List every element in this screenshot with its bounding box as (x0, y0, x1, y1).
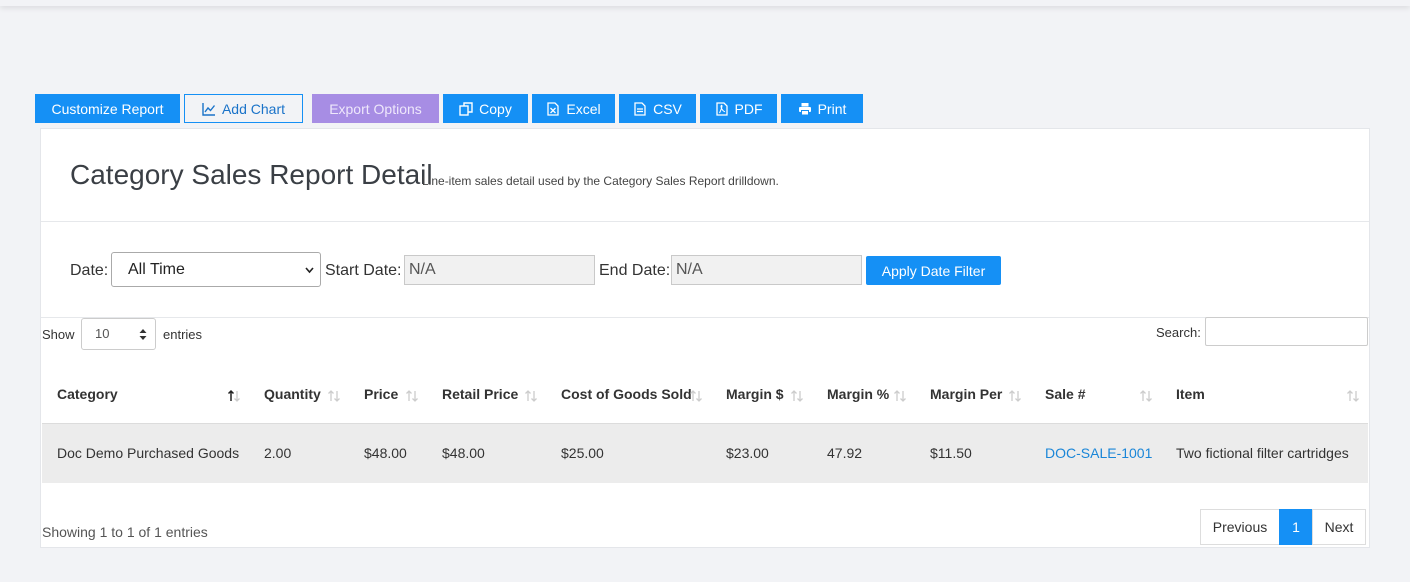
pdf-label: PDF (734, 100, 763, 117)
excel-label: Excel (566, 100, 601, 117)
print-label: Print (817, 100, 847, 117)
copy-label: Copy (479, 100, 512, 117)
entries-length-value: 10 (95, 326, 110, 341)
search-input[interactable] (1205, 317, 1368, 346)
line-chart-icon (202, 102, 216, 116)
cell-quantity: 2.00 (249, 422, 349, 483)
cell-category: Doc Demo Purchased Goods (42, 422, 249, 483)
previous-page-button[interactable]: Previous (1200, 509, 1280, 545)
column-header-margin-dollar[interactable]: Margin $ (711, 365, 812, 423)
cell-price: $48.00 (349, 422, 427, 483)
table-row: Doc Demo Purchased Goods 2.00 $48.00 $48… (42, 422, 1368, 483)
report-card: Category Sales Report Detail Line-item s… (40, 128, 1370, 548)
sort-icon (894, 390, 906, 402)
print-button[interactable]: Print (781, 94, 863, 123)
start-date-label: Start Date: (325, 262, 402, 279)
cell-margin-percent: 47.92 (812, 422, 915, 483)
pdf-button[interactable]: PDF (700, 94, 777, 123)
column-header-label: Quantity (264, 385, 321, 402)
next-page-button[interactable]: Next (1312, 509, 1366, 545)
page-title: Category Sales Report Detail (70, 159, 433, 190)
cell-sale-number: DOC-SALE-1001 (1030, 422, 1161, 483)
sale-number-link[interactable]: DOC-SALE-1001 (1045, 445, 1152, 461)
column-header-item[interactable]: Item (1161, 365, 1368, 423)
customize-report-label: Customize Report (51, 100, 164, 117)
column-header-margin-per[interactable]: Margin Per (915, 365, 1030, 423)
pdf-file-icon (715, 101, 728, 116)
sort-icon (328, 390, 340, 402)
entries-label: entries (163, 327, 203, 342)
report-header: Category Sales Report Detail Line-item s… (41, 129, 1369, 222)
column-header-label: Margin Per (930, 385, 1003, 402)
customize-report-button[interactable]: Customize Report (35, 94, 180, 123)
column-header-label: Margin % (827, 385, 890, 402)
column-header-cost-of-goods-sold[interactable]: Cost of Goods Sold (546, 365, 711, 423)
page-1-button[interactable]: 1 (1279, 509, 1313, 545)
start-date-input[interactable]: N/A (404, 255, 595, 285)
column-header-label: Retail Price (442, 385, 519, 402)
sort-icon (791, 390, 803, 402)
copy-icon (459, 101, 473, 116)
sort-icon (690, 390, 702, 402)
sort-asc-icon (227, 389, 240, 402)
column-header-label: Margin $ (726, 385, 784, 402)
date-range-select[interactable]: All Time (111, 252, 321, 287)
date-range-value: All Time (128, 261, 185, 278)
cell-cost-of-goods-sold: $25.00 (546, 422, 711, 483)
pagination: Previous 1 Next (1200, 509, 1366, 545)
start-date-value: N/A (409, 261, 436, 278)
page-subtitle: Line-item sales detail used by the Categ… (422, 174, 779, 188)
column-header-price[interactable]: Price (349, 365, 427, 423)
cell-margin-per: $11.50 (915, 422, 1030, 483)
column-header-margin-percent[interactable]: Margin % (812, 365, 915, 423)
table-info: Showing 1 to 1 of 1 entries (42, 524, 208, 540)
cell-retail-price: $48.00 (427, 422, 546, 483)
end-date-value: N/A (676, 261, 703, 278)
sort-icon (1140, 390, 1152, 402)
select-arrows-icon (139, 329, 147, 340)
excel-file-icon (547, 101, 560, 116)
cell-item: Two fictional filter cartridges (1161, 422, 1368, 483)
column-header-label: Sale # (1045, 385, 1086, 402)
add-chart-label: Add Chart (221, 100, 286, 117)
column-header-label: Item (1176, 385, 1205, 402)
column-header-quantity[interactable]: Quantity (249, 365, 349, 423)
column-header-sale-number[interactable]: Sale # (1030, 365, 1161, 423)
column-header-category[interactable]: Category (42, 365, 249, 423)
copy-button[interactable]: Copy (443, 94, 528, 123)
sort-icon (1347, 390, 1359, 402)
export-options-button[interactable]: Export Options (312, 94, 439, 123)
export-options-label: Export Options (329, 100, 422, 117)
column-header-label: Category (57, 385, 118, 402)
print-icon (798, 102, 811, 115)
table-header-row: Category Quantity Price Retail Price Cos… (42, 365, 1368, 423)
date-label: Date: (70, 262, 109, 279)
sort-icon (1009, 390, 1021, 402)
date-filter-bar: Date: All Time Start Date: N/A End Date:… (41, 222, 1369, 318)
chevron-down-icon (305, 267, 314, 274)
column-header-retail-price[interactable]: Retail Price (427, 365, 546, 423)
sort-icon (406, 390, 418, 402)
csv-button[interactable]: CSV (619, 94, 696, 123)
top-header-bar (0, 0, 1410, 6)
end-date-label: End Date: (599, 262, 671, 279)
sort-icon (525, 390, 537, 402)
sales-table: Category Quantity Price Retail Price Cos… (42, 365, 1368, 483)
entries-length-select[interactable]: 10 (81, 318, 156, 350)
add-chart-button[interactable]: Add Chart (184, 94, 303, 123)
csv-label: CSV (653, 100, 682, 117)
end-date-input[interactable]: N/A (671, 255, 862, 285)
file-icon (634, 101, 646, 116)
show-label: Show (42, 327, 75, 342)
column-header-label: Cost of Goods Sold (561, 385, 692, 402)
apply-date-filter-button[interactable]: Apply Date Filter (866, 256, 1001, 285)
excel-button[interactable]: Excel (532, 94, 615, 123)
column-header-label: Price (364, 385, 399, 402)
search-label: Search: (1156, 325, 1201, 340)
cell-margin-dollar: $23.00 (711, 422, 812, 483)
